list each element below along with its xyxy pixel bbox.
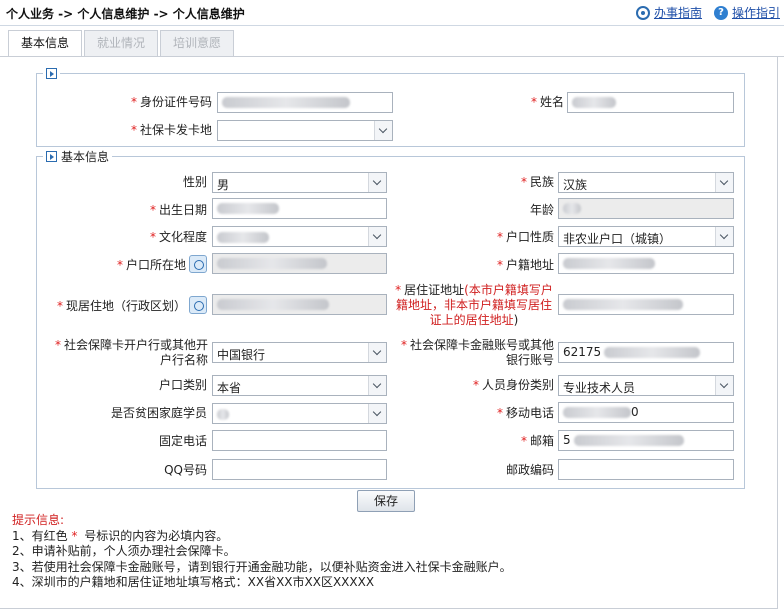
name-label: * 姓名 — [530, 95, 564, 109]
hukou-type-label: * 户口性质 — [496, 230, 554, 244]
bank-label: * 社会保障卡开户行或其他开 户行名称 — [54, 338, 208, 367]
tips-title: 提示信息: — [12, 513, 65, 527]
mobile-label: * 移动电话 — [496, 406, 554, 420]
expand-arrow-icon[interactable] — [46, 150, 57, 162]
identity-select[interactable]: 专业技术人员 — [558, 375, 734, 396]
chevron-down-icon[interactable] — [715, 376, 733, 395]
gender-label: 性别 — [182, 175, 207, 189]
help-icon[interactable]: ? — [713, 5, 728, 20]
hukou-type-select[interactable]: 非农业户口（城镇） — [558, 226, 734, 247]
zip-label: 邮政编码 — [505, 463, 554, 477]
bank-select[interactable]: 中国银行 — [212, 342, 387, 363]
chevron-down-icon[interactable] — [368, 376, 386, 395]
hukou-address-label: * 户籍地址 — [496, 258, 554, 272]
ethnic-select[interactable]: 汉族 — [558, 172, 734, 193]
education-select[interactable] — [212, 226, 387, 247]
tab-bar: 基本信息 就业情况 培训意愿 — [8, 30, 236, 57]
zip-input[interactable] — [558, 459, 734, 480]
qq-input[interactable] — [212, 459, 387, 480]
id-number-input[interactable] — [217, 92, 393, 113]
education-label: * 文化程度 — [149, 230, 207, 244]
chevron-down-icon[interactable] — [368, 343, 386, 362]
email-label: * 邮箱 — [520, 434, 554, 448]
gender-select[interactable]: 男 — [212, 172, 387, 193]
phone-label: 固定电话 — [158, 434, 207, 448]
save-button[interactable]: 保存 — [357, 490, 415, 512]
tab-employment[interactable]: 就业情况 — [84, 30, 159, 56]
hukou-address-input[interactable] — [558, 253, 734, 274]
header-links: 办事指南 ? 操作指引 — [635, 4, 780, 21]
age-input — [558, 198, 734, 219]
chevron-down-icon[interactable] — [368, 227, 386, 246]
birth-label: * 出生日期 — [149, 203, 207, 217]
tip-line-1: 1、有红色 * 号标识的内容为必填内容。 — [12, 528, 229, 543]
region-picker-icon[interactable] — [189, 255, 207, 273]
chevron-down-icon[interactable] — [374, 121, 392, 140]
poor-family-label: 是否贫困家庭学员 — [110, 406, 207, 420]
guide-link[interactable]: 办事指南 — [654, 4, 702, 21]
breadcrumb: 个人业务 -> 个人信息维护 -> 个人信息维护 — [6, 7, 245, 21]
residence-input — [212, 294, 387, 315]
guide-icon[interactable] — [635, 5, 650, 20]
hukou-category-label: 户口类别 — [158, 378, 207, 392]
permit-address-label: * 居住证地址(本市户籍填写户 籍地址，非本市户籍填写居住 证上的居住地址) — [395, 283, 553, 327]
hukou-place-label: * 户口所在地 — [116, 258, 186, 272]
basic-info-legend: 基本信息 — [43, 149, 113, 164]
permit-address-input[interactable] — [558, 294, 734, 315]
chevron-down-icon[interactable] — [715, 227, 733, 246]
age-label: 年龄 — [529, 203, 554, 217]
name-input[interactable] — [567, 92, 734, 113]
expand-arrow-icon[interactable] — [46, 67, 57, 79]
qq-label: QQ号码 — [164, 463, 207, 477]
residence-label: * 现居住地（行政区划） — [56, 299, 186, 313]
hukou-place-input — [212, 253, 387, 274]
card-city-select[interactable] — [217, 120, 393, 141]
phone-input[interactable] — [212, 430, 387, 451]
chevron-down-icon[interactable] — [368, 173, 386, 192]
poor-family-select[interactable] — [212, 403, 387, 424]
account-input[interactable]: 62175 — [558, 342, 734, 363]
identity-label: * 人员身份类别 — [472, 378, 554, 392]
hukou-category-select[interactable]: 本省 — [212, 375, 387, 396]
tip-line-3: 3、若使用社会保障卡金融账号，请到银行开通金融功能，以便补贴资金进入社保卡金融账… — [12, 559, 512, 574]
account-label: * 社会保障卡金融账号或其他 银行账号 — [400, 338, 554, 367]
help-link[interactable]: 操作指引 — [732, 4, 780, 21]
tip-line-2: 2、申请补贴前，个人须办理社会保障卡。 — [12, 544, 236, 558]
tip-line-4: 4、深圳市的户籍地和居住证地址填写格式：XX省XX市XX区XXXXX — [12, 575, 375, 589]
chevron-down-icon[interactable] — [368, 404, 386, 423]
card-city-label: * 社保卡发卡地 — [130, 123, 212, 137]
basic-info-legend-text: 基本信息 — [61, 149, 110, 164]
tips-section: 提示信息: 1、有红色 * 号标识的内容为必填内容。 2、申请补贴前，个人须办理… — [12, 513, 512, 591]
chevron-down-icon[interactable] — [715, 173, 733, 192]
ethnic-label: * 民族 — [520, 175, 554, 189]
id-number-label: * 身份证件号码 — [130, 95, 212, 109]
birth-date-input[interactable] — [212, 198, 387, 219]
region-picker-icon[interactable] — [189, 296, 207, 314]
top-bar: 个人业务 -> 个人信息维护 -> 个人信息维护 办事指南 ? 操作指引 — [0, 0, 784, 26]
email-input[interactable]: 5 — [558, 430, 734, 451]
mobile-input[interactable]: 0 — [558, 402, 734, 423]
tab-training[interactable]: 培训意愿 — [160, 30, 235, 56]
tab-basic-info[interactable]: 基本信息 — [8, 30, 83, 57]
card-info-legend — [43, 66, 60, 80]
